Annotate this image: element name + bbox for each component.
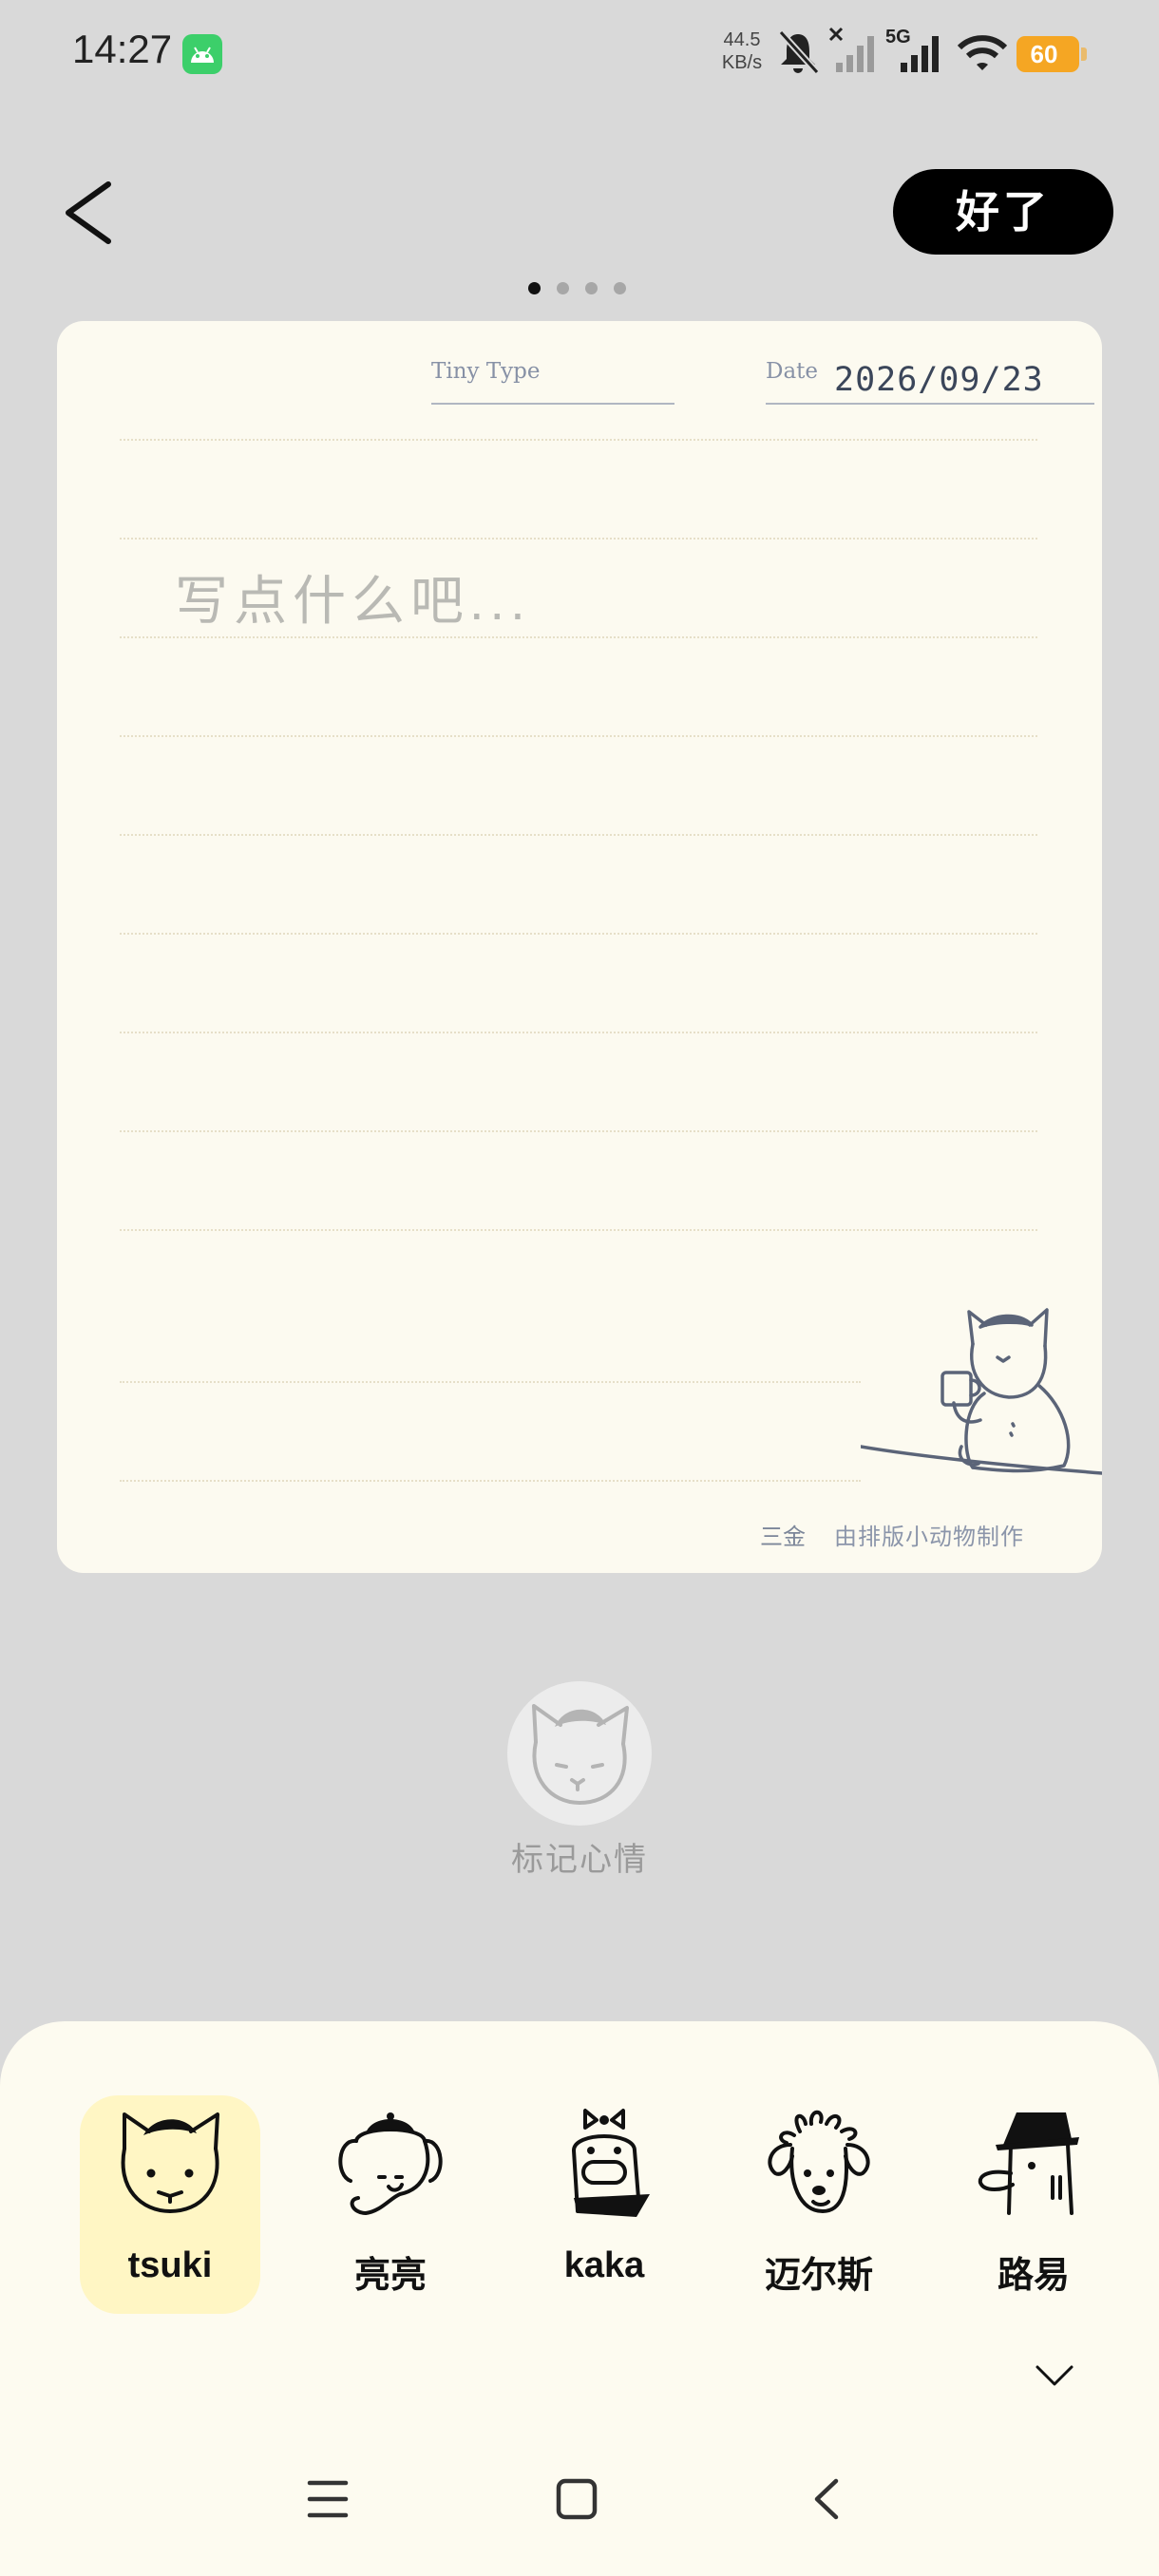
mood-button[interactable] <box>507 1681 652 1826</box>
ruled-line <box>120 735 1037 737</box>
date-underline <box>766 403 1094 405</box>
tiny-type-underline <box>431 403 674 405</box>
signal-5g-icon <box>901 36 939 72</box>
ruled-line <box>120 1229 1037 1231</box>
tiny-type-label: Tiny Type <box>431 359 541 384</box>
character-name: kaka <box>563 2245 645 2285</box>
ruled-line <box>120 636 1037 638</box>
cat-face-icon <box>532 1704 629 1805</box>
ruled-line <box>120 1032 1037 1033</box>
ruled-line <box>120 538 1037 540</box>
status-time: 14:27 <box>72 27 173 71</box>
page-dot <box>528 282 541 294</box>
character-option-luyi[interactable]: 路易 <box>943 2095 1124 2314</box>
character-option-liangliang[interactable]: 亮亮 <box>300 2095 481 2314</box>
mood-label: 标记心情 <box>511 1842 648 1878</box>
curly-dog-icon <box>768 2110 870 2213</box>
duck-bow-icon <box>572 2109 650 2217</box>
tiny-type-field[interactable]: Tiny Type <box>431 359 674 405</box>
ruled-line <box>120 1130 1037 1132</box>
character-name: 路易 <box>997 2256 1070 2296</box>
character-name: 亮亮 <box>353 2256 427 2296</box>
battery-icon: 60 <box>1016 36 1087 72</box>
character-name: 迈尔斯 <box>764 2256 873 2296</box>
date-value[interactable]: 2026/09/23 <box>834 361 1044 399</box>
wifi-icon <box>957 35 1008 70</box>
page-dot <box>557 282 569 294</box>
duck-hat-icon <box>978 2112 1079 2215</box>
home-icon[interactable] <box>555 2477 598 2521</box>
mute-icon <box>778 29 820 75</box>
character-option-miles[interactable]: 迈尔斯 <box>729 2095 909 2314</box>
cat-beret-icon <box>121 2112 219 2213</box>
signal-no-sim-icon <box>828 27 874 72</box>
ruled-line <box>120 834 1037 836</box>
ruled-line <box>120 1480 861 1482</box>
chevron-left-icon <box>66 181 111 244</box>
character-picker-sheet: tsuki 亮亮 kaka 迈尔斯 路易 <box>0 2021 1159 2576</box>
done-button[interactable]: 好了 <box>893 169 1113 255</box>
journal-text-input[interactable]: 写点什么吧... <box>175 559 531 635</box>
date-label: Date <box>766 359 819 384</box>
character-name: tsuki <box>127 2245 213 2285</box>
ruled-line <box>120 439 1037 441</box>
cat-with-coffee-icon <box>861 1308 1102 1475</box>
status-bar: 14:27 44.5 KB/s 5G 60 <box>0 0 1159 104</box>
back-icon[interactable] <box>806 2477 849 2521</box>
journal-paper-card[interactable]: Tiny Type Date 2026/09/23 写点什么吧... 三金 由排… <box>57 321 1102 1573</box>
android-app-icon <box>182 34 222 74</box>
character-option-kaka[interactable]: kaka <box>514 2095 694 2314</box>
character-option-tsuki[interactable]: tsuki <box>80 2095 260 2314</box>
menu-icon[interactable] <box>306 2477 350 2521</box>
chevron-down-icon[interactable] <box>1034 2361 1075 2390</box>
elephant-beret-icon <box>338 2112 443 2215</box>
page-dot <box>585 282 598 294</box>
credit-text: 由排版小动物制作 <box>834 1525 1024 1550</box>
ruled-line <box>120 933 1037 935</box>
network-speed: 44.5 KB/s <box>721 29 763 73</box>
back-button[interactable] <box>55 171 131 255</box>
author-name: 三金 <box>760 1525 806 1550</box>
ruled-line <box>120 1381 861 1383</box>
page-dot <box>614 282 626 294</box>
